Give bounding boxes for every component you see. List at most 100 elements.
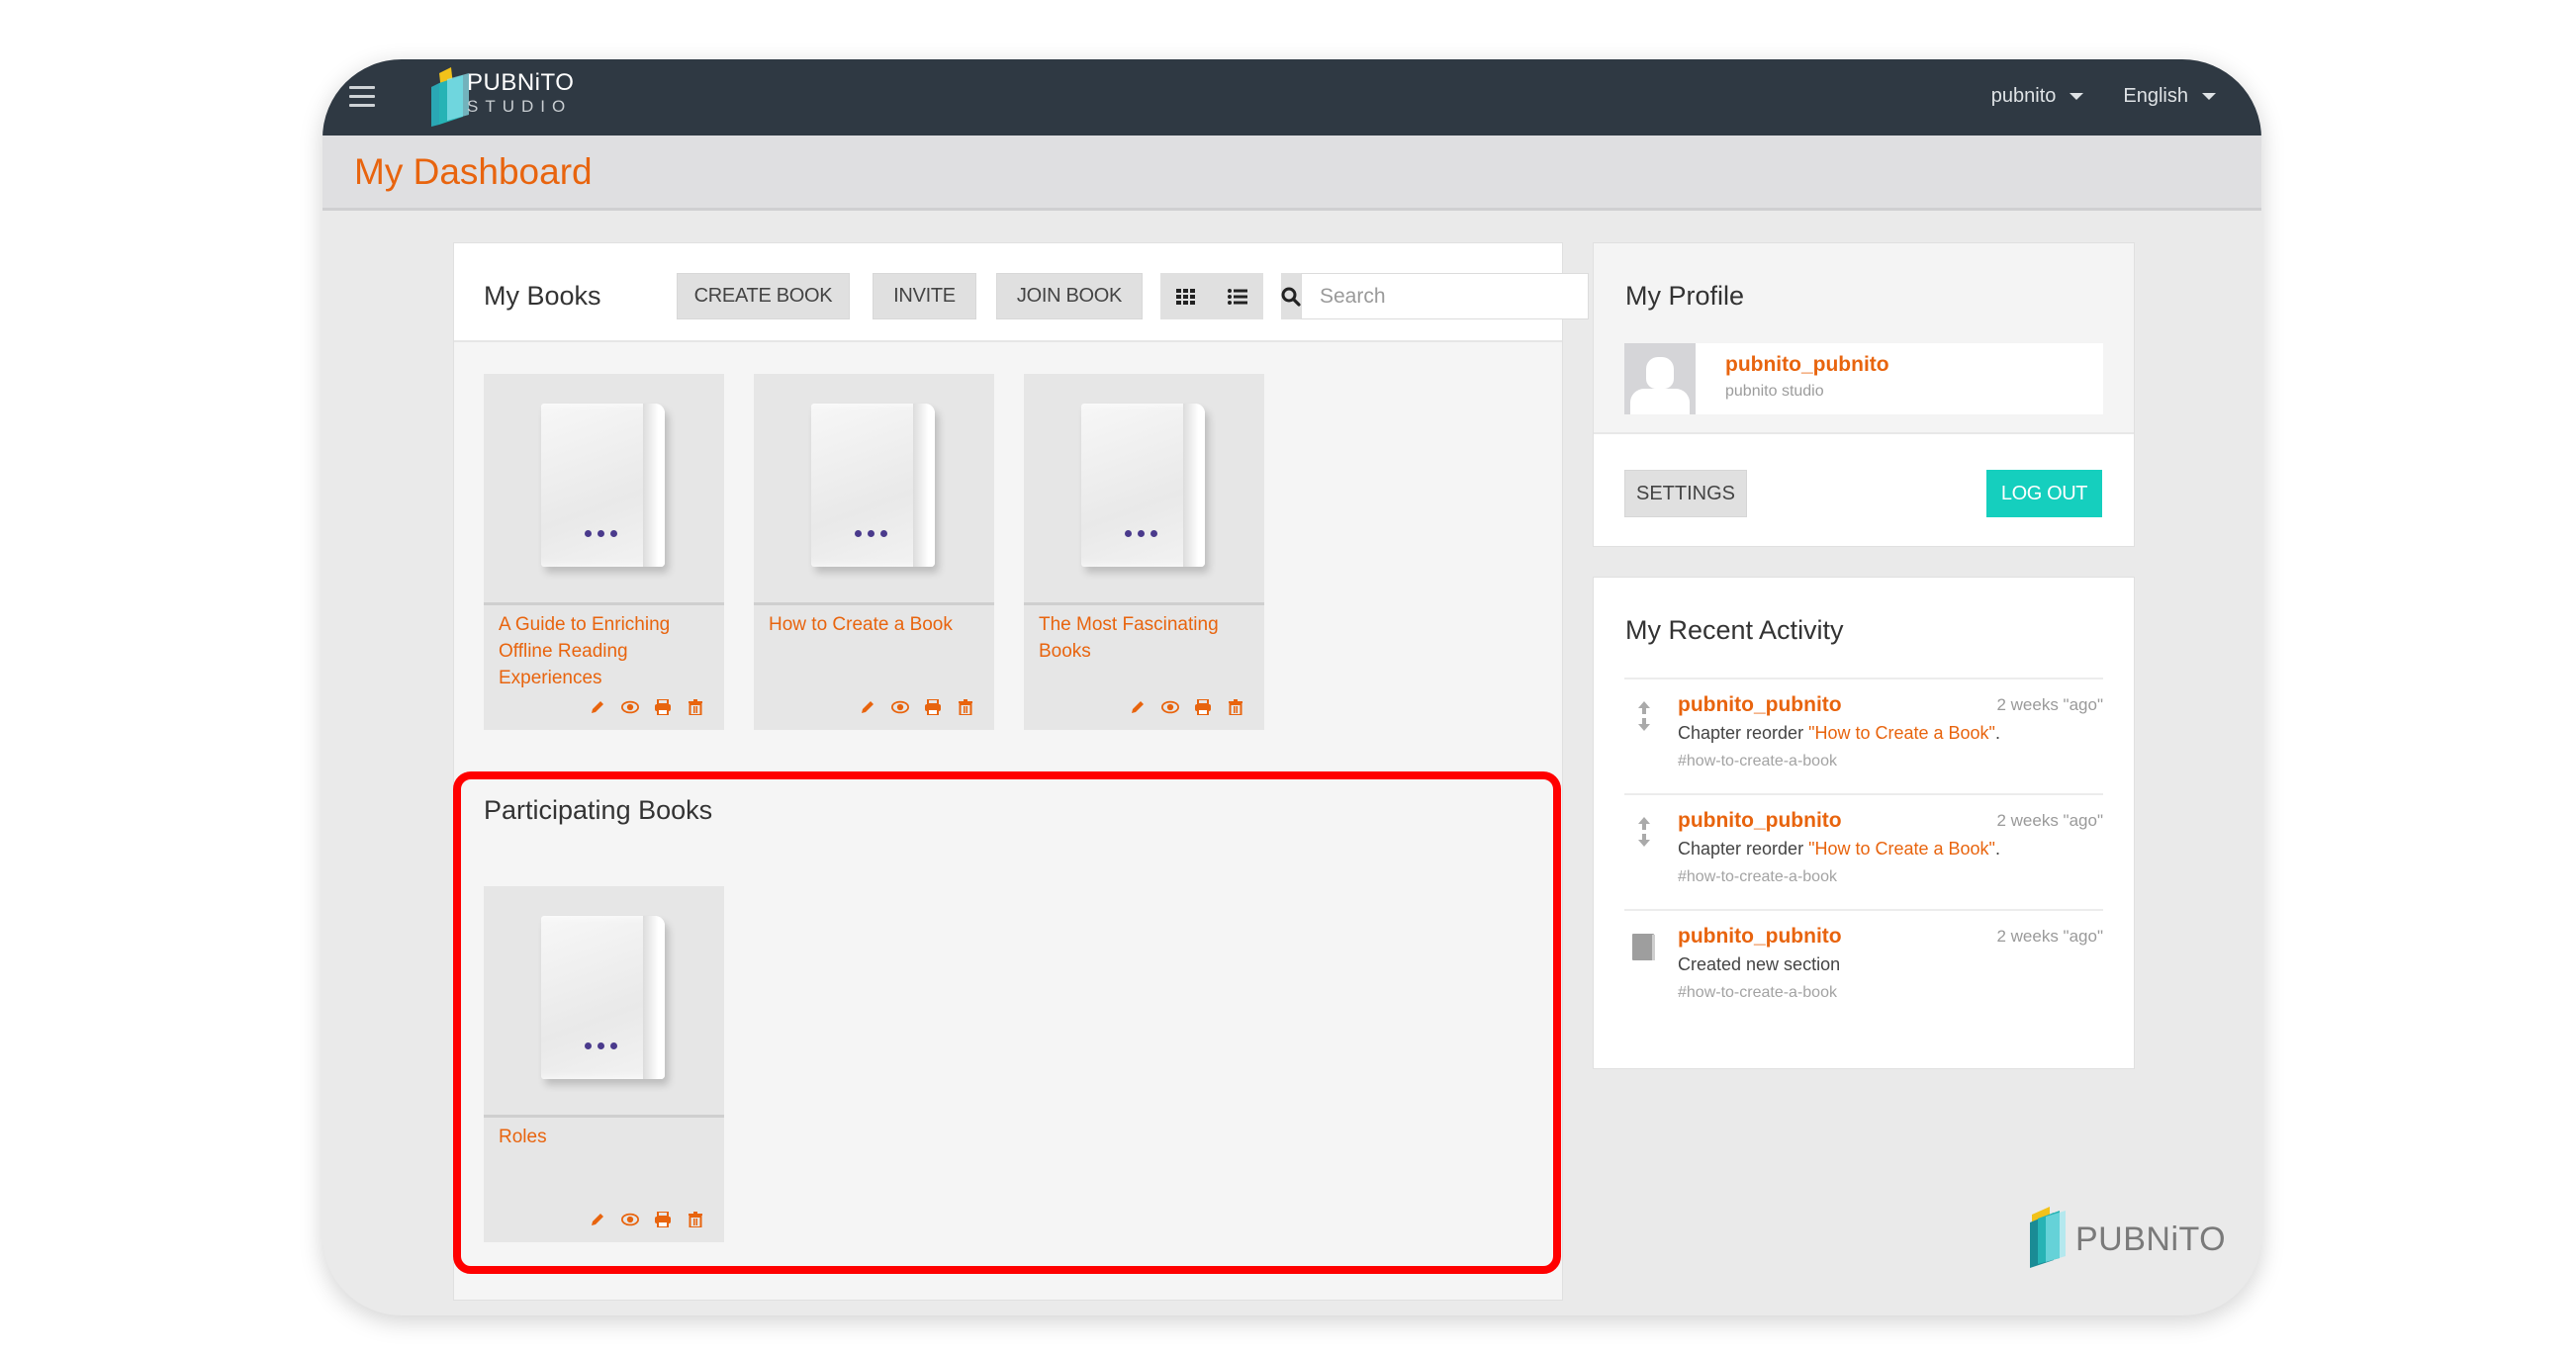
activity-time: 2 weeks "ago" [1996,927,2103,946]
preview-eye-icon[interactable] [1161,698,1179,716]
preview-eye-icon[interactable] [891,698,909,716]
book-title[interactable]: A Guide to Enriching Offline Reading Exp… [499,611,711,692]
reorder-arrows-icon [1638,817,1650,847]
book-cover[interactable] [1024,374,1264,605]
book-title[interactable]: Roles [499,1124,711,1205]
list-view-button[interactable] [1212,273,1263,319]
edit-pencil-icon[interactable] [1129,698,1147,716]
print-icon[interactable] [1194,698,1212,716]
book-title[interactable]: The Most Fascinating Books [1039,611,1251,692]
brand-name: PUBNiTO STUDIO [467,69,574,117]
my-books-title: My Books [484,281,601,311]
edit-pencil-icon[interactable] [589,1211,606,1228]
activity-time: 2 weeks "ago" [1996,811,2103,830]
delete-trash-icon[interactable] [687,698,704,716]
book-card[interactable]: Roles [484,886,724,1242]
activity-tag: #how-to-create-a-book [1678,984,1837,1001]
ellipsis-icon [585,1042,617,1049]
book-actions [589,698,704,716]
reorder-arrows-icon [1638,701,1650,731]
book-card[interactable]: How to Create a Book [754,374,994,730]
section-page-icon [1632,934,1655,960]
activity-user[interactable]: pubnito_pubnito [1678,809,1842,833]
activity-action: Chapter reorder [1678,839,1809,859]
profile-subtitle: pubnito studio [1725,383,1824,400]
activity-item: pubnito_pubnito 2 weeks "ago" Created ne… [1624,909,2103,1025]
book-cover[interactable] [484,374,724,605]
activity-suffix: . [1994,839,2000,859]
top-navbar: PUBNiTO STUDIO pubnito English [322,59,2261,136]
user-menu-dropdown[interactable]: pubnito [1991,85,2084,108]
language-dropdown[interactable]: English [2123,85,2216,108]
preview-eye-icon[interactable] [621,1211,639,1228]
activity-user[interactable]: pubnito_pubnito [1678,693,1842,717]
activity-tag: #how-to-create-a-book [1678,753,1837,769]
footer-logo: PUBNiTO [2026,1203,2227,1272]
preview-eye-icon[interactable] [621,698,639,716]
recent-activity-panel: My Recent Activity pubnito_pubnito 2 wee… [1593,577,2135,1069]
my-books-header: My Books CREATE BOOK INVITE JOIN BOOK [454,243,1589,342]
book-placeholder-icon [811,404,935,567]
books-panel: My Books CREATE BOOK INVITE JOIN BOOK Se… [453,242,1589,1301]
profile-panel: My Profile pubnito_pubnito pubnito studi… [1593,242,2135,547]
create-book-button[interactable]: CREATE BOOK [677,273,850,319]
book-cover[interactable] [484,886,724,1118]
logout-button[interactable]: LOG OUT [1986,470,2102,517]
ellipsis-icon [585,530,617,537]
page-title: My Dashboard [354,151,593,192]
search-button[interactable] [1281,273,1301,319]
activity-list: pubnito_pubnito 2 weeks "ago" Chapter re… [1624,678,2103,1025]
settings-button[interactable]: SETTINGS [1624,470,1747,517]
activity-book-link[interactable]: "How to Create a Book" [1808,839,1995,859]
join-book-button[interactable]: JOIN BOOK [996,273,1143,319]
invite-button[interactable]: INVITE [873,273,976,319]
grid-view-button[interactable] [1160,273,1212,319]
book-actions [589,1211,704,1228]
activity-book-link[interactable]: "How to Create a Book" [1808,723,1995,743]
activity-item: pubnito_pubnito 2 weeks "ago" Chapter re… [1624,793,2103,909]
participating-books-title: Participating Books [484,795,713,825]
profile-username[interactable]: pubnito_pubnito [1725,353,1889,377]
profile-card: pubnito_pubnito pubnito studio [1624,343,2103,414]
search-input[interactable] [1301,273,1589,319]
book-placeholder-icon [541,404,665,567]
caret-down-icon [2070,93,2084,100]
book-card[interactable]: A Guide to Enriching Offline Reading Exp… [484,374,724,730]
edit-pencil-icon[interactable] [589,698,606,716]
book-card[interactable]: The Most Fascinating Books [1024,374,1264,730]
delete-trash-icon[interactable] [957,698,974,716]
profile-title: My Profile [1625,281,1745,311]
nav-right: pubnito English [1991,85,2216,108]
user-menu-label: pubnito [1990,85,2057,107]
activity-description: Chapter reorder "How to Create a Book". [1678,723,2000,744]
activity-user[interactable]: pubnito_pubnito [1678,925,1842,949]
search-icon [1281,287,1301,307]
activity-description: Created new section [1678,954,1840,975]
view-toggle [1160,273,1263,319]
list-icon [1228,288,1247,305]
book-title[interactable]: How to Create a Book [769,611,981,692]
book-cover[interactable] [754,374,994,605]
book-placeholder-icon [1081,404,1205,567]
activity-time: 2 weeks "ago" [1996,695,2103,714]
book-placeholder-icon [541,916,665,1079]
caret-down-icon [2202,93,2216,100]
grid-icon [1176,288,1195,305]
ellipsis-icon [855,530,887,537]
avatar-head [1646,357,1674,389]
activity-item: pubnito_pubnito 2 weeks "ago" Chapter re… [1624,678,2103,793]
print-icon[interactable] [654,1211,672,1228]
footer-brand: PUBNiTO [2075,1221,2227,1258]
menu-icon[interactable] [349,86,375,108]
print-icon[interactable] [924,698,942,716]
delete-trash-icon[interactable] [1227,698,1244,716]
avatar-body [1630,389,1690,414]
print-icon[interactable] [654,698,672,716]
edit-pencil-icon[interactable] [859,698,876,716]
delete-trash-icon[interactable] [687,1211,704,1228]
profile-info: pubnito_pubnito pubnito studio [1696,343,1889,414]
brand-line2: STUDIO [467,97,573,116]
avatar[interactable] [1624,343,1696,414]
activity-action: Chapter reorder [1678,723,1809,743]
activity-description: Chapter reorder "How to Create a Book". [1678,839,2000,859]
